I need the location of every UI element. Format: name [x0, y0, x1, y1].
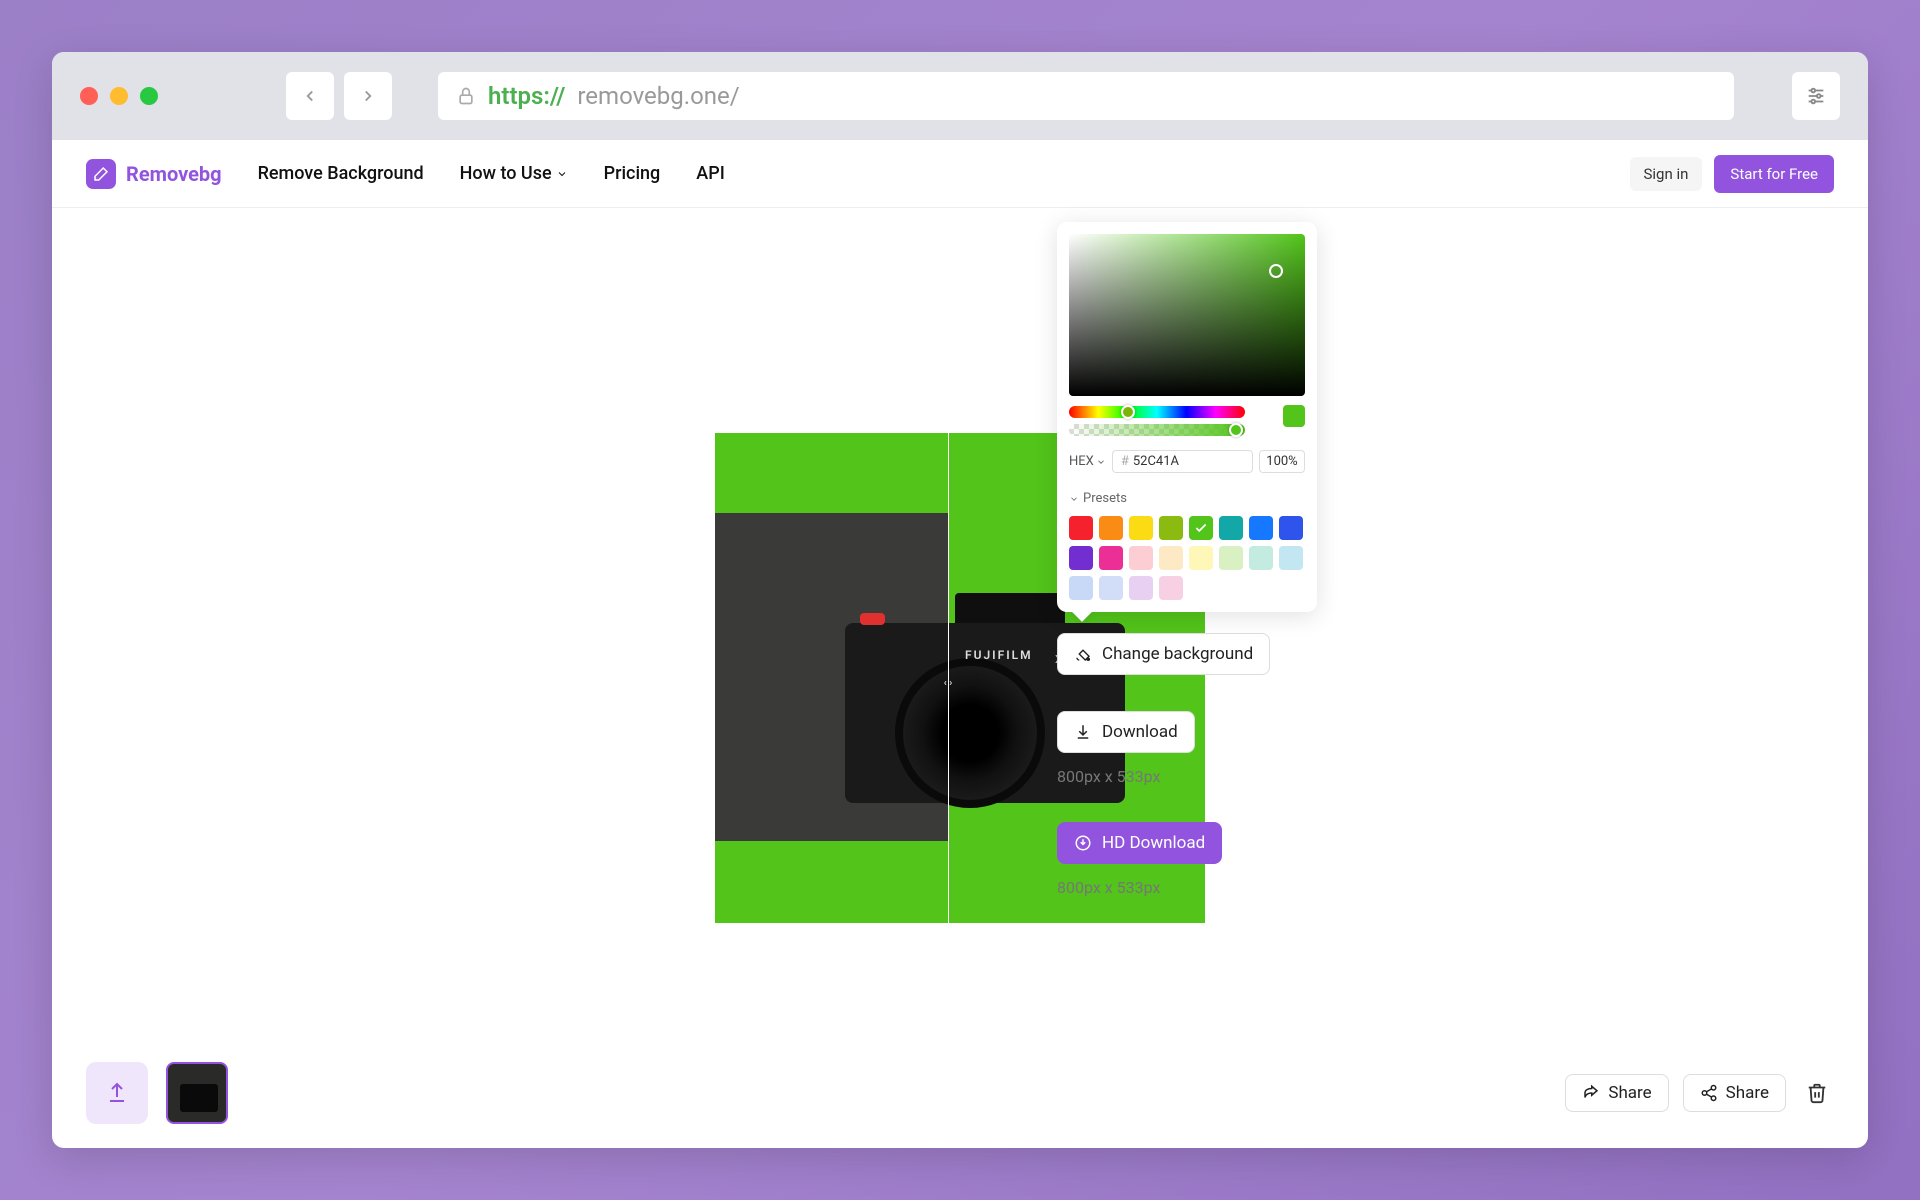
share-label-2: Share — [1726, 1083, 1769, 1103]
hue-handle[interactable] — [1121, 405, 1135, 419]
saturation-value-picker[interactable] — [1069, 234, 1305, 396]
preset-swatch[interactable] — [1159, 516, 1183, 540]
sv-cursor[interactable] — [1269, 264, 1283, 278]
browser-window: https:// removebg.one/ Removebg Remove Ba… — [52, 52, 1868, 1148]
change-background-label: Change background — [1102, 644, 1253, 664]
preset-swatch[interactable] — [1159, 576, 1183, 600]
browser-settings-button[interactable] — [1792, 72, 1840, 120]
preset-swatch[interactable] — [1099, 516, 1123, 540]
preset-swatch[interactable] — [1069, 516, 1093, 540]
browser-chrome: https:// removebg.one/ — [52, 52, 1868, 140]
compare-slider-handle[interactable]: ‹ › — [937, 673, 959, 693]
image-thumbnail[interactable] — [166, 1062, 228, 1124]
download-icon — [1074, 723, 1092, 741]
nav-pricing[interactable]: Pricing — [604, 163, 661, 184]
delete-button[interactable] — [1800, 1076, 1834, 1110]
preset-swatch[interactable] — [1129, 516, 1153, 540]
preset-swatch[interactable] — [1129, 576, 1153, 600]
lock-icon — [456, 86, 476, 106]
hd-download-dimensions: 800px x 533px — [1057, 878, 1270, 897]
preset-swatch[interactable] — [1069, 546, 1093, 570]
change-background-button[interactable]: Change background — [1057, 633, 1270, 675]
alpha-handle[interactable] — [1229, 423, 1243, 437]
hex-row: HEX # — [1069, 450, 1305, 473]
color-mode-selector[interactable]: HEX — [1069, 454, 1106, 469]
nav-how-to-use-label: How to Use — [460, 163, 552, 184]
main-area: FUJIFILM X-T3 ‹ › — [52, 208, 1868, 1148]
hd-download-label: HD Download — [1102, 833, 1205, 853]
preset-swatch[interactable] — [1129, 546, 1153, 570]
hex-input-wrap: # — [1112, 450, 1253, 473]
nav-remove-background[interactable]: Remove Background — [258, 163, 424, 184]
alpha-input[interactable] — [1259, 450, 1305, 473]
hex-input[interactable] — [1133, 454, 1244, 469]
presets-grid — [1069, 516, 1305, 600]
preset-swatch[interactable] — [1279, 516, 1303, 540]
chevron-down-icon — [1069, 494, 1079, 504]
trash-icon — [1806, 1082, 1828, 1104]
preset-swatch[interactable] — [1219, 516, 1243, 540]
color-mode-label: HEX — [1069, 454, 1094, 469]
preset-swatch[interactable] — [1069, 576, 1093, 600]
current-color-swatch — [1283, 405, 1305, 427]
close-window-button[interactable] — [80, 87, 98, 105]
brand-text: Removebg — [126, 162, 222, 186]
traffic-lights — [80, 87, 158, 105]
forward-button[interactable] — [344, 72, 392, 120]
download-label: Download — [1102, 722, 1178, 742]
preset-swatch[interactable] — [1099, 576, 1123, 600]
preset-swatch[interactable] — [1159, 546, 1183, 570]
share-arrow-icon — [1582, 1084, 1600, 1102]
back-button[interactable] — [286, 72, 334, 120]
header-right: Sign in Start for Free — [1630, 155, 1835, 193]
preset-swatch[interactable] — [1189, 516, 1213, 540]
url-protocol: https:// — [488, 82, 565, 110]
start-for-free-button[interactable]: Start for Free — [1714, 155, 1834, 193]
nav-how-to-use[interactable]: How to Use — [460, 163, 568, 184]
camera-brand-text: FUJIFILM — [965, 648, 1033, 662]
chevron-down-icon — [556, 168, 568, 180]
preset-swatch[interactable] — [1249, 516, 1273, 540]
share-button-1[interactable]: Share — [1565, 1074, 1668, 1112]
hue-row — [1069, 396, 1305, 436]
address-bar[interactable]: https:// removebg.one/ — [438, 72, 1734, 120]
download-button[interactable]: Download — [1057, 711, 1195, 753]
side-actions: Change background Download 800px x 533px… — [1057, 633, 1270, 897]
alpha-slider[interactable] — [1069, 424, 1245, 436]
presets-label: Presets — [1083, 491, 1127, 506]
preset-swatch[interactable] — [1219, 546, 1243, 570]
logo-icon — [86, 159, 116, 189]
minimize-window-button[interactable] — [110, 87, 128, 105]
preset-swatch[interactable] — [1279, 546, 1303, 570]
app-header: Removebg Remove Background How to Use Pr… — [52, 140, 1868, 208]
canvas-area: FUJIFILM X-T3 ‹ › — [52, 208, 1868, 1148]
share-label-1: Share — [1608, 1083, 1651, 1103]
preset-swatch[interactable] — [1249, 546, 1273, 570]
hash-symbol: # — [1121, 454, 1129, 469]
chevron-down-icon — [1096, 457, 1106, 467]
bottom-right: Share Share — [1565, 1074, 1834, 1112]
camera-illustration — [895, 658, 1045, 808]
share-nodes-icon — [1700, 1084, 1718, 1102]
preset-swatch[interactable] — [1099, 546, 1123, 570]
nav-buttons — [286, 72, 392, 120]
share-button-2[interactable]: Share — [1683, 1074, 1786, 1112]
camera-illustration — [860, 613, 885, 625]
paint-bucket-icon — [1074, 645, 1092, 663]
upload-button[interactable] — [86, 1062, 148, 1124]
preset-swatch[interactable] — [1189, 546, 1213, 570]
logo[interactable]: Removebg — [86, 159, 222, 189]
nav-api[interactable]: API — [696, 163, 725, 184]
hue-slider[interactable] — [1069, 406, 1245, 418]
color-picker-panel: HEX # Presets — [1057, 222, 1317, 612]
maximize-window-button[interactable] — [140, 87, 158, 105]
sign-in-button[interactable]: Sign in — [1630, 157, 1703, 191]
hd-download-icon — [1074, 834, 1092, 852]
hd-download-button[interactable]: HD Download — [1057, 822, 1222, 864]
download-dimensions: 800px x 533px — [1057, 767, 1270, 786]
presets-toggle[interactable]: Presets — [1069, 491, 1305, 506]
url-domain: removebg.one/ — [577, 82, 739, 110]
bottom-bar: Share Share — [52, 1038, 1868, 1148]
upload-icon — [105, 1081, 129, 1105]
